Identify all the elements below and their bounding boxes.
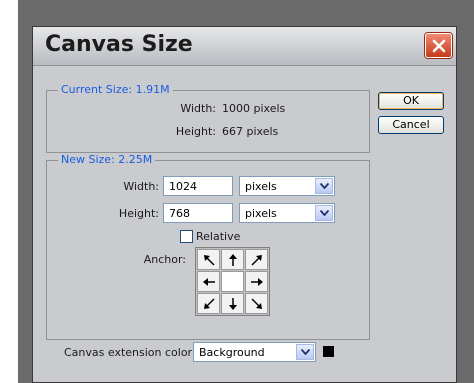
anchor-right[interactable] xyxy=(245,271,268,292)
anchor-label: Anchor: xyxy=(143,253,186,266)
close-icon xyxy=(432,39,446,53)
arrow-down-right-icon xyxy=(251,298,262,309)
anchor-bottom-left[interactable] xyxy=(197,293,220,314)
ok-button[interactable]: OK xyxy=(378,92,444,110)
extension-color-value: Background xyxy=(199,346,265,359)
anchor-top-right[interactable] xyxy=(245,249,268,270)
anchor-top-left[interactable] xyxy=(197,249,220,270)
arrow-up-left-icon xyxy=(204,255,215,266)
current-height-label: Height: xyxy=(175,125,216,138)
anchor-left[interactable] xyxy=(197,271,220,292)
extension-color-swatch[interactable] xyxy=(323,346,334,357)
width-input[interactable]: 1024 xyxy=(163,176,233,196)
arrow-right-icon xyxy=(251,278,263,286)
extension-color-label: Canvas extension color: xyxy=(64,346,196,359)
anchor-top[interactable] xyxy=(221,249,244,270)
arrow-left-icon xyxy=(203,278,215,286)
height-unit-select[interactable]: pixels xyxy=(239,203,335,223)
chevron-down-icon[interactable] xyxy=(315,205,333,221)
chevron-down-icon[interactable] xyxy=(296,344,314,360)
arrow-down-icon xyxy=(229,298,237,310)
relative-label: Relative xyxy=(196,230,241,243)
width-unit-select[interactable]: pixels xyxy=(239,176,335,196)
height-input[interactable]: 768 xyxy=(163,203,233,223)
current-width-value: 1000 pixels xyxy=(222,102,286,115)
current-width-label: Width: xyxy=(180,102,216,115)
anchor-center[interactable] xyxy=(221,271,244,292)
width-unit-value: pixels xyxy=(245,180,277,193)
new-width-label: Width: xyxy=(123,180,159,193)
anchor-bottom[interactable] xyxy=(221,293,244,314)
anchor-grid xyxy=(195,247,270,316)
arrow-down-left-icon xyxy=(204,298,215,309)
current-height-value: 667 pixels xyxy=(222,125,279,138)
height-unit-value: pixels xyxy=(245,207,277,220)
anchor-bottom-right[interactable] xyxy=(245,293,268,314)
dialog-title: Canvas Size xyxy=(45,32,193,57)
relative-checkbox[interactable] xyxy=(180,230,193,243)
new-size-legend: New Size: 2.25M xyxy=(58,153,156,166)
cancel-button[interactable]: Cancel xyxy=(378,116,444,134)
arrow-up-right-icon xyxy=(251,255,262,266)
arrow-up-icon xyxy=(229,254,237,266)
title-bar: Canvas Size xyxy=(33,27,456,66)
chevron-down-icon[interactable] xyxy=(315,178,333,194)
close-button[interactable] xyxy=(425,33,452,58)
canvas-size-dialog: Canvas Size Current Size: 1.91M Width: 1… xyxy=(32,26,457,383)
new-height-label: Height: xyxy=(118,207,159,220)
current-size-legend: Current Size: 1.91M xyxy=(58,83,173,96)
current-size-group: Current Size: 1.91M xyxy=(46,83,370,153)
extension-color-select[interactable]: Background xyxy=(193,342,316,362)
